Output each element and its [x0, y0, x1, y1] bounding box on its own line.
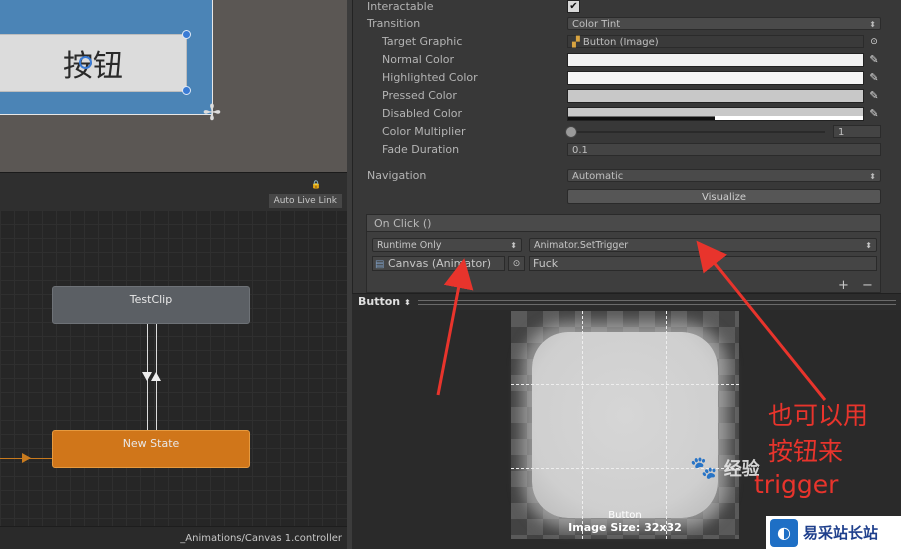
annotation-line-3: trigger	[754, 470, 839, 499]
annotation-arrow-left	[436, 258, 474, 396]
site-logo-icon: ◐	[770, 518, 798, 547]
annotation-arrows	[436, 240, 827, 401]
annotation-line-1: 也可以用	[768, 401, 869, 430]
site-watermark-text: 易采站长站	[803, 524, 879, 542]
site-watermark: ◐ 易采站长站	[766, 516, 901, 549]
jingyan-watermark: 🐾 经验	[690, 455, 760, 481]
paw-icon: 🐾	[690, 456, 718, 481]
annotation-arrow-right	[696, 240, 827, 401]
annotation-text: 也可以用 按钮来	[768, 398, 868, 470]
annotation-line-2: 按钮来	[768, 437, 844, 466]
